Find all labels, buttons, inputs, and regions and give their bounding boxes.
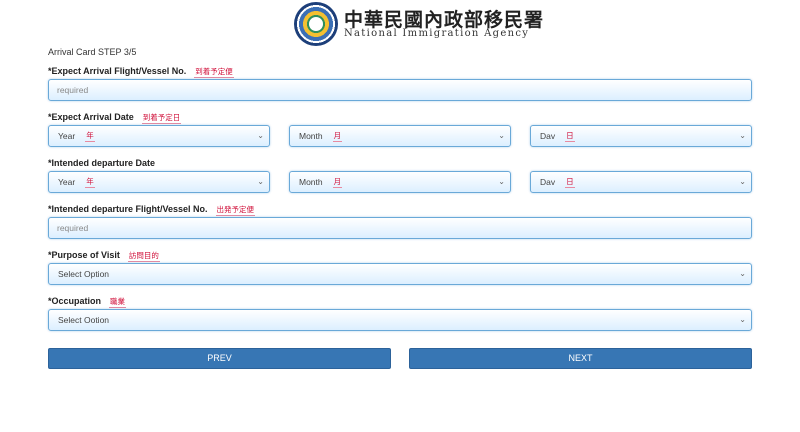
flight-input[interactable] <box>49 80 751 100</box>
flight-label: *Expect Arrival Flight/Vessel No. 到着予定便 <box>48 66 234 78</box>
departure-month-jp: 月 <box>332 177 343 189</box>
departure-day-select[interactable]: Dav 日 ⌄ <box>530 171 752 193</box>
occupation-label-text: *Occupation <box>48 296 102 306</box>
emblem-logo-icon <box>294 2 338 46</box>
agency-name-english: National Immigration Agency <box>344 28 530 39</box>
arrival-year-jp: 年 <box>85 131 95 143</box>
chevron-down-icon: ⌄ <box>739 315 746 324</box>
departure-flight-label: *Intended departure Flight/Vessel No. 出発予… <box>48 204 256 216</box>
chevron-down-icon: ⌄ <box>498 131 505 140</box>
arrival-year-select[interactable]: Year 年 ⌄ <box>48 125 270 147</box>
occupation-value: Select Ootion <box>58 315 110 325</box>
departure-day-text: Dav <box>540 177 556 187</box>
chevron-down-icon: ⌄ <box>257 131 264 140</box>
departure-year-jp: 年 <box>85 177 95 189</box>
departure-flight-label-text: *Intended departure Flight/Vessel No. <box>48 204 208 214</box>
arrival-day-jp: 日 <box>565 131 575 143</box>
departure-flight-input[interactable] <box>49 218 751 238</box>
chevron-down-icon: ⌄ <box>739 131 746 140</box>
arrival-date-label-jp: 到着予定日 <box>141 113 182 124</box>
arrival-month-jp: 月 <box>332 131 343 143</box>
occupation-label-jp: 職業 <box>109 297 127 308</box>
arrival-month-select[interactable]: Month 月 ⌄ <box>289 125 511 147</box>
occupation-label: *Occupation 職業 <box>48 296 127 308</box>
departure-month-text: Month <box>299 177 323 187</box>
purpose-label-text: *Purpose of Visit <box>48 250 120 260</box>
arrival-month-text: Month <box>299 131 323 141</box>
chevron-down-icon: ⌄ <box>257 177 264 186</box>
arrival-day-select[interactable]: Dav 日 ⌄ <box>530 125 752 147</box>
step-indicator: Arrival Card STEP 3/5 <box>48 47 137 57</box>
next-button[interactable]: NEXT <box>409 348 752 369</box>
flight-field[interactable] <box>48 79 752 101</box>
departure-date-label-text: *Intended departure Date <box>48 158 156 168</box>
arrival-date-label: *Expect Arrival Date 到着予定日 <box>48 112 182 124</box>
flight-label-jp: 到着予定便 <box>194 67 234 78</box>
arrival-day-text: Dav <box>540 131 556 141</box>
arrival-year-text: Year <box>58 131 76 141</box>
chevron-down-icon: ⌄ <box>498 177 505 186</box>
departure-year-text: Year <box>58 177 76 187</box>
purpose-select[interactable]: Select Option ⌄ <box>48 263 752 285</box>
purpose-label: *Purpose of Visit 訪問目的 <box>48 250 160 262</box>
purpose-label-jp: 訪問目的 <box>127 251 160 262</box>
departure-day-jp: 日 <box>565 177 575 189</box>
arrival-date-label-text: *Expect Arrival Date <box>48 112 134 122</box>
chevron-down-icon: ⌄ <box>739 177 746 186</box>
purpose-value: Select Option <box>58 269 110 279</box>
departure-month-select[interactable]: Month 月 ⌄ <box>289 171 511 193</box>
departure-flight-label-jp: 出発予定便 <box>215 205 256 216</box>
departure-flight-field[interactable] <box>48 217 752 239</box>
departure-year-select[interactable]: Year 年 ⌄ <box>48 171 270 193</box>
prev-button[interactable]: PREV <box>48 348 391 369</box>
departure-date-label: *Intended departure Date <box>48 158 155 168</box>
occupation-select[interactable]: Select Ootion ⌄ <box>48 309 752 331</box>
chevron-down-icon: ⌄ <box>739 269 746 278</box>
flight-label-text: *Expect Arrival Flight/Vessel No. <box>48 66 187 76</box>
header: 中華民國內政部移民署 National Immigration Agency <box>0 0 800 46</box>
